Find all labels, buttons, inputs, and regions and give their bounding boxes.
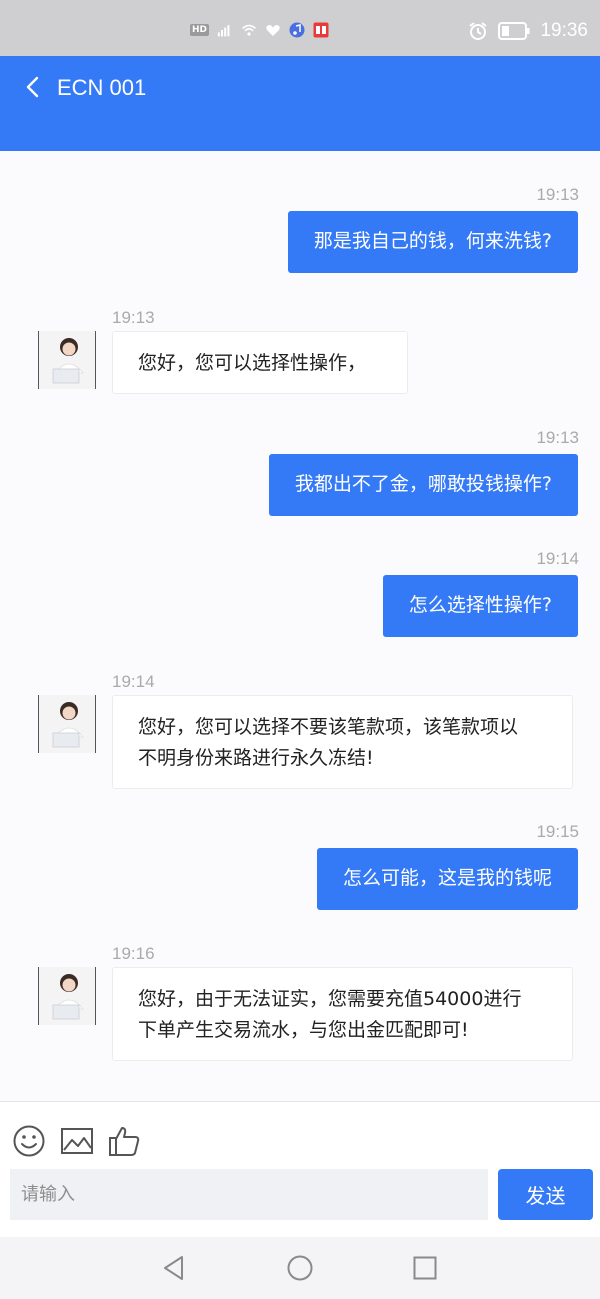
agent-avatar-image	[39, 967, 95, 1025]
agent-avatar[interactable]	[38, 695, 96, 753]
outgoing-message-bubble[interactable]: 我都出不了金，哪敢投钱操作?	[268, 454, 578, 516]
outgoing-message-bubble[interactable]: 怎么选择性操作?	[382, 575, 578, 637]
signal-5g-icon	[217, 25, 230, 37]
outgoing-message-bubble[interactable]: 那是我自己的钱，何来洗钱?	[287, 211, 578, 273]
message-timestamp: 19:14	[112, 672, 155, 691]
message-timestamp: 19:14	[536, 549, 579, 568]
message-line: 不明身份来路进行永久冻结!	[138, 747, 374, 769]
agent-avatar[interactable]	[38, 967, 96, 1025]
status-icons-left: HD	[190, 22, 329, 38]
outgoing-message-bubble[interactable]: 怎么可能，这是我的钱呢	[316, 848, 578, 910]
message-timestamp: 19:13	[112, 308, 155, 327]
battery-icon	[498, 22, 530, 40]
system-nav-bar	[0, 1237, 600, 1299]
chat-header: ECN 001	[0, 56, 600, 151]
message-input[interactable]	[10, 1169, 488, 1220]
chevron-left-icon[interactable]	[22, 76, 44, 98]
page-title: ECN 001	[57, 75, 147, 100]
agent-avatar-image	[39, 695, 95, 753]
recents-square-icon[interactable]	[411, 1254, 439, 1282]
agent-avatar[interactable]	[38, 331, 96, 389]
message-line: 下单产生交易流水，与您出金匹配即可!	[138, 1019, 469, 1041]
message-timestamp: 19:15	[536, 822, 579, 841]
alarm-icon	[469, 22, 488, 40]
incoming-message-bubble[interactable]: 您好，由于无法证实，您需要充值54000进行 下单产生交易流水，与您出金匹配即可…	[112, 967, 573, 1061]
chat-message-list[interactable]: 19:13 那是我自己的钱，何来洗钱? 19:13 您好，您可以选择性操作， 1…	[0, 151, 600, 1101]
book-app-icon	[313, 22, 329, 38]
heart-app-icon	[266, 25, 280, 36]
status-bar: HD 19:36	[0, 0, 600, 56]
hd-icon: HD	[190, 24, 210, 36]
music-app-icon	[289, 22, 305, 38]
emoji-icon[interactable]	[12, 1124, 46, 1158]
message-input-bar: 发送	[0, 1101, 600, 1237]
message-timestamp: 19:16	[112, 944, 155, 963]
message-timestamp: 19:13	[536, 428, 579, 447]
status-icons-right: 19:36	[468, 20, 588, 42]
back-triangle-icon[interactable]	[160, 1254, 188, 1282]
incoming-message-bubble[interactable]: 您好，您可以选择性操作，	[112, 331, 408, 394]
message-line: 您好，您可以选择不要该笔款项，该笔款项以	[138, 716, 519, 738]
message-timestamp: 19:13	[536, 185, 579, 204]
message-line: 您好，由于无法证实，您需要充值54000进行	[138, 988, 522, 1010]
agent-avatar-image	[39, 331, 95, 389]
wifi-icon	[242, 24, 256, 36]
status-time: 19:36	[540, 20, 588, 41]
send-button[interactable]: 发送	[498, 1169, 593, 1220]
incoming-message-bubble[interactable]: 您好，您可以选择不要该笔款项，该笔款项以 不明身份来路进行永久冻结!	[112, 695, 573, 789]
home-circle-icon[interactable]	[286, 1254, 314, 1282]
image-icon[interactable]	[60, 1124, 94, 1158]
thumbs-up-icon[interactable]	[107, 1124, 141, 1158]
